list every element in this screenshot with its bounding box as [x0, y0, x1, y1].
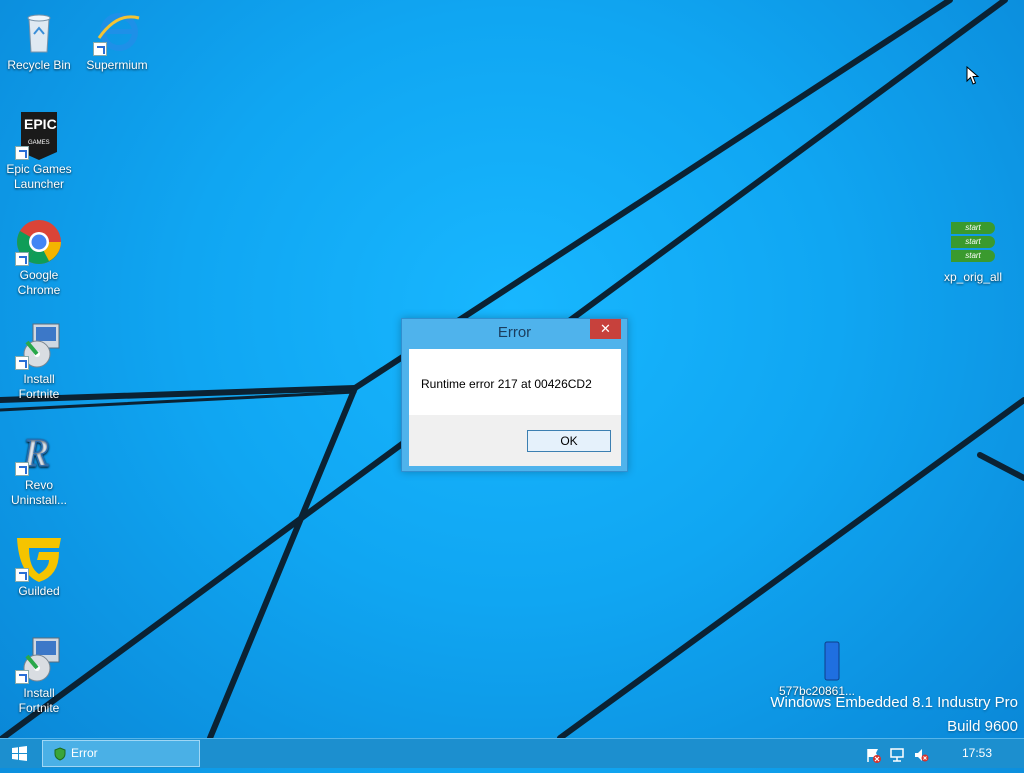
revo-uninstaller-icon: R [15, 428, 63, 476]
installer-icon [15, 322, 63, 370]
desktop-icon-label-line1: Epic Games [6, 162, 72, 176]
file-icon [793, 640, 841, 688]
supermium-icon [93, 8, 141, 56]
xp-start-label: start [951, 236, 995, 248]
desktop-icon-google-chrome[interactable]: Google Chrome [0, 218, 78, 298]
desktop-icon-label: Guilded [18, 584, 60, 598]
installer-icon [15, 636, 63, 684]
desktop-icon-label-line1: Google [19, 268, 59, 282]
dialog-message-area: Runtime error 217 at 00426CD2 [409, 349, 621, 415]
epic-logo-text: EPIC [24, 116, 57, 132]
taskbar-item-label: Error [71, 746, 98, 760]
taskbar: Error 17:53 [0, 738, 1024, 768]
desktop-icon-label-line2: Launcher [13, 177, 65, 191]
watermark-edition: Windows Embedded 8.1 Industry Pro [770, 694, 1018, 711]
volume-muted-icon[interactable] [913, 747, 929, 763]
chrome-icon [15, 218, 63, 266]
shortcut-arrow-icon [15, 670, 29, 684]
epic-logo-sub: GAMES [28, 140, 50, 146]
desktop-icon-xp-orig-all[interactable]: start start start xp_orig_all [934, 220, 1012, 285]
xp-start-label: start [951, 222, 995, 234]
desktop-icon-install-fortnite[interactable]: Install Fortnite [0, 322, 78, 402]
shortcut-arrow-icon [15, 356, 29, 370]
xp-start-label: start [951, 250, 995, 262]
shortcut-arrow-icon [15, 462, 29, 476]
desktop-icon-label-line2: Fortnite [18, 701, 60, 715]
desktop-icon-label-line1: Install [23, 686, 55, 700]
shortcut-arrow-icon [15, 252, 29, 266]
desktop-icon-label-line2: Fortnite [18, 387, 60, 401]
guilded-icon [15, 534, 63, 582]
desktop-icon-install-fortnite-2[interactable]: Install Fortnite [0, 636, 78, 716]
desktop-icon-epic-games-launcher[interactable]: EPIC GAMES Epic Games Launcher [0, 112, 78, 192]
desktop-icon-label: Recycle Bin [7, 58, 71, 72]
desktop-icon-label-line1: Revo [24, 478, 53, 492]
shortcut-arrow-icon [93, 42, 107, 56]
xp-start-buttons-icon: start start start [949, 220, 997, 268]
desktop-icon-supermium[interactable]: Supermium [78, 8, 156, 73]
desktop: Recycle Bin Supermium EPIC GAMES Epic Ga… [0, 0, 1024, 738]
taskbar-clock[interactable]: 17:53 [962, 746, 992, 760]
desktop-icon-revo-uninstaller[interactable]: R Revo Uninstall... [0, 428, 78, 508]
desktop-icon-label-line2: Uninstall... [10, 493, 68, 507]
taskbar-item-error[interactable]: Error [42, 740, 200, 767]
desktop-icon-guilded[interactable]: Guilded [0, 534, 78, 599]
epic-games-icon: EPIC GAMES [15, 112, 63, 160]
dialog-client-area: Runtime error 217 at 00426CD2 OK [409, 349, 621, 466]
app-shield-icon [54, 747, 66, 761]
dialog-close-button[interactable]: ✕ [590, 319, 621, 339]
recycle-bin-icon [15, 8, 63, 56]
desktop-icon-recycle-bin[interactable]: Recycle Bin [0, 8, 78, 73]
desktop-icon-label: Supermium [86, 58, 148, 72]
desktop-icon-label-line1: Install [23, 372, 55, 386]
watermark-build: Build 9600 [947, 718, 1018, 735]
shortcut-arrow-icon [15, 146, 29, 160]
dialog-message: Runtime error 217 at 00426CD2 [421, 377, 592, 391]
windows-logo-icon [12, 746, 27, 761]
mouse-cursor-icon [966, 66, 980, 85]
shortcut-arrow-icon [15, 568, 29, 582]
desktop-icon-label: xp_orig_all [943, 270, 1003, 284]
desktop-icon-label-line2: Chrome [17, 283, 61, 297]
error-dialog: Error ✕ Runtime error 217 at 00426CD2 OK [401, 318, 628, 472]
start-button[interactable] [0, 739, 38, 768]
ok-button[interactable]: OK [527, 430, 611, 452]
network-icon[interactable] [889, 747, 905, 763]
action-center-flag-icon[interactable] [865, 747, 881, 763]
